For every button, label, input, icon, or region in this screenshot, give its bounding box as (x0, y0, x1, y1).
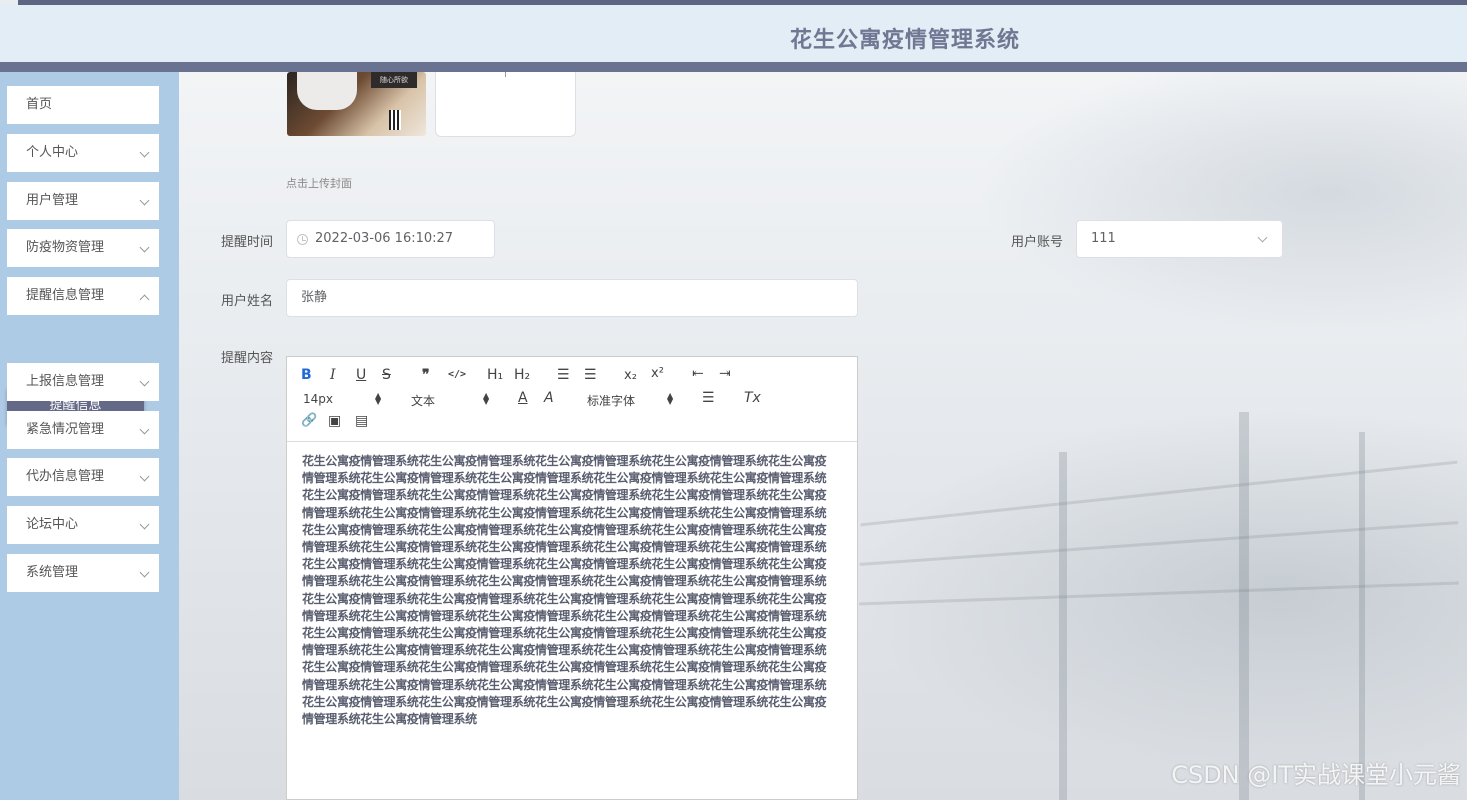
thumbnail-tag: 随心所欲 (371, 72, 417, 88)
watermark: CSDN @IT实战课堂小元酱 (1171, 761, 1461, 789)
clear-format-button[interactable]: Tx (744, 390, 761, 406)
remind-time-value: 2022-03-06 16:10:27 (315, 231, 454, 246)
account-value: 111 (1091, 231, 1116, 246)
header-bar (0, 62, 1467, 72)
chevron-down-icon (139, 519, 150, 530)
sidebar-item-label: 防疫物资管理 (26, 240, 105, 255)
name-field[interactable]: 张静 (286, 279, 858, 317)
name-label: 用户姓名 (221, 294, 274, 309)
sidebar: 首页 个人中心 用户管理 防疫物资管理 提醒信息管理 提醒信息 上报信息管理 紧… (0, 72, 179, 800)
chevron-down-icon (139, 424, 150, 435)
outdent-button[interactable]: ⇤ (692, 366, 704, 382)
cover-upload-box[interactable] (435, 72, 576, 137)
h2-button[interactable]: H₂ (514, 367, 530, 383)
chevron-down-icon (139, 567, 150, 578)
superscript-button[interactable]: x² (651, 366, 664, 381)
font-family-select[interactable]: 标准字体 ▲ ▼ (587, 392, 677, 409)
app-title: 花生公寓疫情管理系统 (790, 28, 1021, 53)
cover-thumbnail[interactable]: 随心所欲 (287, 72, 426, 136)
bold-button[interactable]: B (301, 367, 312, 383)
sidebar-item-todo-management[interactable]: 代办信息管理 (7, 458, 159, 496)
editor-content[interactable]: 花生公寓疫情管理系统花生公寓疫情管理系统花生公寓疫情管理系统花生公寓疫情管理系统… (302, 453, 837, 728)
sidebar-item-report-management[interactable]: 上报信息管理 (7, 363, 159, 401)
header-select[interactable]: 文本 ▲ ▼ (411, 392, 491, 409)
sidebar-item-label: 个人中心 (26, 145, 79, 160)
sidebar-item-label: 系统管理 (26, 565, 79, 580)
sidebar-item-label: 首页 (26, 97, 53, 112)
sidebar-item-label: 代办信息管理 (26, 469, 105, 484)
sidebar-item-system-management[interactable]: 系统管理 (7, 554, 159, 592)
editor-toolbar: B I U S ❞ </> H₁ H₂ ☰ ☰ x₂ x² ⇤ ⇥ 14px ▲ ▼… (287, 357, 857, 442)
italic-button[interactable]: I (330, 367, 336, 383)
sidebar-item-label: 提醒信息管理 (26, 288, 105, 303)
chevron-down-icon (139, 195, 150, 206)
chevron-down-icon (139, 242, 150, 253)
rich-text-editor[interactable]: B I U S ❞ </> H₁ H₂ ☰ ☰ x₂ x² ⇤ ⇥ 14px ▲ ▼… (286, 356, 858, 800)
account-select[interactable]: 111 (1076, 220, 1283, 258)
header-value: 文本 (411, 394, 436, 408)
blockquote-button[interactable]: ❞ (422, 367, 430, 383)
clock-icon (297, 234, 308, 245)
sidebar-item-supplies-management[interactable]: 防疫物资管理 (7, 229, 159, 267)
sidebar-item-label: 论坛中心 (26, 517, 79, 532)
header: 花生公寓疫情管理系统 (0, 5, 1467, 62)
font-color-button[interactable]: A (518, 390, 528, 406)
indent-button[interactable]: ⇥ (719, 366, 731, 382)
font-size-select[interactable]: 14px ▲ ▼ (303, 392, 383, 407)
remind-time-picker[interactable]: 2022-03-06 16:10:27 (286, 220, 495, 258)
background-color-button[interactable]: A (544, 390, 554, 406)
underline-button[interactable]: U (356, 367, 366, 383)
chevron-down-icon (139, 471, 150, 482)
chevron-down-icon (139, 376, 150, 387)
sidebar-item-user-management[interactable]: 用户管理 (7, 182, 159, 220)
chevron-down-icon (1257, 232, 1268, 243)
sidebar-item-forum[interactable]: 论坛中心 (7, 506, 159, 544)
chevron-up-icon (139, 294, 150, 305)
sidebar-item-label: 上报信息管理 (26, 374, 105, 389)
h1-button[interactable]: H₁ (487, 367, 503, 383)
upload-tip: 点击上传封面 (286, 177, 352, 190)
font-size-value: 14px (303, 392, 333, 406)
sidebar-item-emergency-management[interactable]: 紧急情况管理 (7, 411, 159, 449)
sidebar-item-label: 用户管理 (26, 193, 79, 208)
content-label: 提醒内容 (221, 351, 274, 366)
sidebar-item-label: 紧急情况管理 (26, 422, 105, 437)
remind-time-label: 提醒时间 (221, 235, 274, 250)
align-button[interactable]: ☰ (702, 390, 715, 406)
image-icon[interactable]: ▣ (328, 413, 341, 429)
video-icon[interactable]: ▤ (355, 413, 368, 429)
code-button[interactable]: </> (448, 369, 466, 380)
subscript-button[interactable]: x₂ (624, 368, 637, 383)
account-label: 用户账号 (1011, 235, 1064, 250)
strike-button[interactable]: S (382, 367, 391, 383)
name-value: 张静 (301, 290, 328, 305)
bullet-list-button[interactable]: ☰ (584, 367, 597, 383)
sidebar-item-home[interactable]: 首页 (7, 86, 159, 124)
link-icon[interactable]: 🔗 (301, 413, 317, 428)
font-family-value: 标准字体 (587, 394, 636, 408)
qr-code-image (389, 110, 401, 130)
ordered-list-button[interactable]: ☰ (557, 367, 570, 383)
sidebar-item-reminder-management[interactable]: 提醒信息管理 (7, 277, 159, 315)
sidebar-item-personal-center[interactable]: 个人中心 (7, 134, 159, 172)
chevron-down-icon (139, 147, 150, 158)
